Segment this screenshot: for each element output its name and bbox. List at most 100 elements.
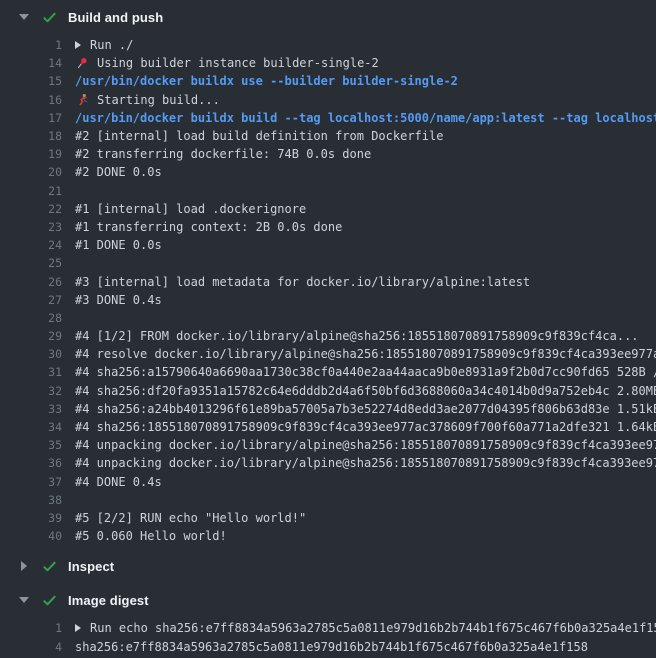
line-number[interactable]: 33 [0, 402, 62, 416]
line-number[interactable]: 25 [0, 256, 62, 270]
log-line: 35 #4 unpacking docker.io/library/alpine… [0, 436, 656, 454]
line-number[interactable]: 29 [0, 329, 62, 343]
line-number[interactable]: 14 [0, 56, 62, 70]
line-number[interactable]: 21 [0, 184, 62, 198]
section-header-build-and-push[interactable]: Build and push [0, 0, 656, 34]
chevron-icon[interactable] [18, 14, 30, 20]
log-line: 18 #2 [internal] load build definition f… [0, 127, 656, 145]
line-number[interactable]: 27 [0, 293, 62, 307]
line-number[interactable]: 16 [0, 93, 62, 107]
chevron-icon[interactable] [18, 597, 30, 603]
section-title: Build and push [68, 10, 163, 25]
log-text: #1 DONE 0.0s [75, 238, 162, 252]
line-number[interactable]: 30 [0, 347, 62, 361]
log-line: 38 [0, 491, 656, 509]
line-number[interactable]: 28 [0, 311, 62, 325]
section-inspect: Inspect [0, 549, 656, 583]
line-number[interactable]: 31 [0, 365, 62, 379]
log-line: 27 #3 DONE 0.4s [0, 291, 656, 309]
expand-group-icon[interactable] [75, 624, 81, 632]
log-line: 21 [0, 182, 656, 200]
log-text: #2 transferring dockerfile: 74B 0.0s don… [75, 147, 371, 161]
log-line: 1 Run echo sha256:e7ff8834a5963a2785c5a0… [0, 619, 656, 637]
log-text: #3 DONE 0.4s [75, 293, 162, 307]
line-number[interactable]: 1 [0, 38, 62, 52]
line-content: #4 sha256:185518070891758909c9f839cf4ca3… [75, 420, 656, 434]
line-content: #2 transferring dockerfile: 74B 0.0s don… [75, 147, 371, 161]
line-number[interactable]: 17 [0, 111, 62, 125]
line-content: #5 [2/2] RUN echo "Hello world!" [75, 511, 306, 525]
line-number[interactable]: 32 [0, 384, 62, 398]
log-text: #4 [1/2] FROM docker.io/library/alpine@s… [75, 329, 639, 343]
log-line: 28 [0, 309, 656, 327]
line-number[interactable]: 35 [0, 438, 62, 452]
section-header-image-digest[interactable]: Image digest [0, 583, 656, 617]
line-content: #5 0.060 Hello world! [75, 529, 227, 543]
log-text: /usr/bin/docker buildx build --tag local… [75, 111, 656, 125]
section-body: 1 Run ./ 14 Using builder instance build… [0, 34, 656, 549]
line-number[interactable]: 20 [0, 165, 62, 179]
log-line: 24 #1 DONE 0.0s [0, 236, 656, 254]
section-image-digest: Image digest 1 Run echo sha256:e7ff8834a… [0, 583, 656, 658]
log-text: #1 [internal] load .dockerignore [75, 202, 306, 216]
log-line: 29 #4 [1/2] FROM docker.io/library/alpin… [0, 327, 656, 345]
line-content: Run ./ [75, 38, 133, 52]
log-line: 36 #4 unpacking docker.io/library/alpine… [0, 454, 656, 472]
log-line: 34 #4 sha256:185518070891758909c9f839cf4… [0, 418, 656, 436]
log-line: 14 Using builder instance builder-single… [0, 54, 656, 72]
workflow-log: Build and push 1 Run ./ 14 Using builder… [0, 0, 656, 658]
section-build-and-push: Build and push 1 Run ./ 14 Using builder… [0, 0, 656, 549]
log-text: Run ./ [90, 38, 133, 52]
line-content: #4 DONE 0.4s [75, 475, 162, 489]
line-content: #4 sha256:a15790640a6690aa1730c38cf0a440… [75, 365, 656, 379]
line-content: /usr/bin/docker buildx build --tag local… [75, 111, 656, 125]
pushpin-icon [75, 56, 89, 70]
line-content: #2 [internal] load build definition from… [75, 129, 443, 143]
line-content: #4 sha256:df20fa9351a15782c64e6dddb2d4a6… [75, 384, 656, 398]
section-header-inspect[interactable]: Inspect [0, 549, 656, 583]
line-number[interactable]: 38 [0, 493, 62, 507]
line-content: #4 resolve docker.io/library/alpine@sha2… [75, 347, 656, 361]
line-number[interactable]: 4 [0, 640, 62, 654]
line-number[interactable]: 1 [0, 621, 62, 635]
line-content: #4 unpacking docker.io/library/alpine@sh… [75, 456, 656, 470]
line-number[interactable]: 19 [0, 147, 62, 161]
line-content: #4 unpacking docker.io/library/alpine@sh… [75, 438, 656, 452]
log-line: 33 #4 sha256:a24bb4013296f61e89ba57005a7… [0, 400, 656, 418]
line-number[interactable]: 37 [0, 475, 62, 489]
line-number[interactable]: 18 [0, 129, 62, 143]
line-number[interactable]: 36 [0, 456, 62, 470]
log-line: 15 /usr/bin/docker buildx use --builder … [0, 72, 656, 90]
success-check-icon [42, 559, 57, 574]
section-body: 1 Run echo sha256:e7ff8834a5963a2785c5a0… [0, 617, 656, 658]
log-text: #5 0.060 Hello world! [75, 529, 227, 543]
line-content: #4 sha256:a24bb4013296f61e89ba57005a7b3e… [75, 402, 656, 416]
line-number[interactable]: 26 [0, 275, 62, 289]
line-number[interactable]: 40 [0, 529, 62, 543]
log-text: #4 sha256:a24bb4013296f61e89ba57005a7b3e… [75, 402, 656, 416]
log-text: #3 [internal] load metadata for docker.i… [75, 275, 530, 289]
log-text: #4 sha256:185518070891758909c9f839cf4ca3… [75, 420, 656, 434]
log-line: 23 #1 transferring context: 2B 0.0s done [0, 218, 656, 236]
line-number[interactable]: 22 [0, 202, 62, 216]
log-line: 26 #3 [internal] load metadata for docke… [0, 272, 656, 290]
log-line: 37 #4 DONE 0.4s [0, 473, 656, 491]
success-check-icon [42, 10, 57, 25]
chevron-icon[interactable] [18, 561, 30, 571]
log-text: #2 DONE 0.0s [75, 165, 162, 179]
line-number[interactable]: 39 [0, 511, 62, 525]
line-content: Run echo sha256:e7ff8834a5963a2785c5a081… [75, 621, 656, 635]
expand-group-icon[interactable] [75, 41, 81, 49]
log-line: 25 [0, 254, 656, 272]
line-number[interactable]: 24 [0, 238, 62, 252]
line-content: #1 transferring context: 2B 0.0s done [75, 220, 342, 234]
log-line: 20 #2 DONE 0.0s [0, 163, 656, 181]
line-number[interactable]: 15 [0, 74, 62, 88]
log-text: #4 unpacking docker.io/library/alpine@sh… [75, 456, 656, 470]
line-number[interactable]: 34 [0, 420, 62, 434]
line-content: Using builder instance builder-single-2 [75, 56, 379, 70]
log-text: #4 sha256:a15790640a6690aa1730c38cf0a440… [75, 365, 656, 379]
line-number[interactable]: 23 [0, 220, 62, 234]
log-line: 30 #4 resolve docker.io/library/alpine@s… [0, 345, 656, 363]
line-content: Starting build... [75, 93, 220, 107]
